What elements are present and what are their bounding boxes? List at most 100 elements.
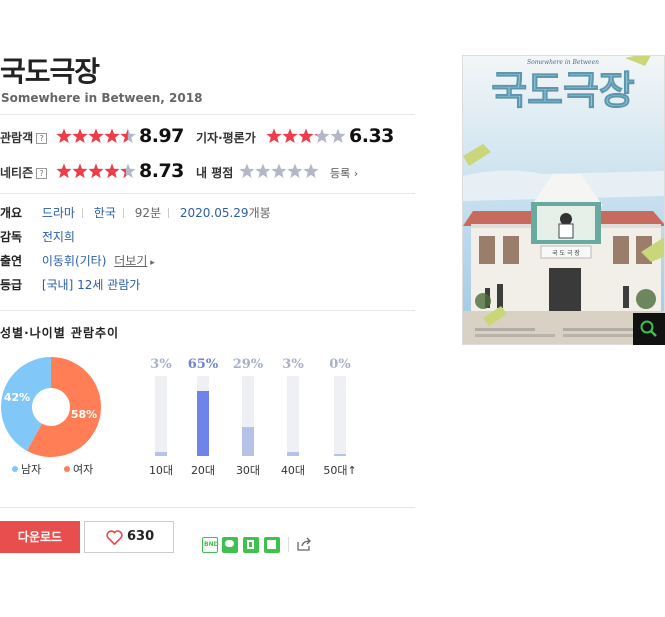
star-icon: [282, 128, 298, 143]
star-icon: [287, 163, 303, 178]
female-dot-icon: [64, 466, 70, 472]
country-link[interactable]: 한국: [94, 206, 116, 220]
chevron-right-icon: ›: [350, 167, 359, 180]
magnifier-icon: [640, 320, 657, 337]
poster-image: Somewhere in Between 국도극장 국 도 극 장: [463, 56, 664, 344]
critic-rating-label: 기자·평론가: [196, 131, 256, 145]
star-icon: [56, 128, 72, 143]
age-pct-label: 3%: [150, 357, 172, 372]
band-share-icon[interactable]: BND: [202, 537, 219, 553]
age-pct-label: 29%: [232, 357, 264, 372]
my-star-rating[interactable]: [239, 163, 319, 179]
age-label: 30대: [235, 464, 261, 477]
age-pct-label: 3%: [282, 357, 304, 372]
star-icon: [88, 163, 104, 178]
star-icon: [239, 163, 255, 178]
male-dot-icon: [12, 466, 18, 472]
movie-title: 국도극장: [0, 55, 100, 88]
age-bar: [197, 376, 209, 456]
age-pct-label: 65%: [187, 357, 219, 372]
zoom-button[interactable]: [633, 313, 665, 345]
runtime: 92분: [134, 206, 162, 220]
age-label: 10대: [148, 464, 174, 477]
star-icon: [266, 128, 282, 143]
divider: [0, 507, 415, 508]
gender-donut-chart: 42% 58%: [1, 357, 102, 457]
download-button[interactable]: 다운로드: [0, 521, 80, 553]
star-icon: [314, 128, 330, 143]
movie-subtitle: Somewhere in Between, 2018: [1, 91, 203, 105]
star-icon: [298, 128, 314, 143]
grade-link[interactable]: [국내] 12세 관람가: [42, 278, 141, 292]
star-icon: [271, 163, 287, 178]
audience-score: 8.97: [139, 125, 184, 147]
like-button[interactable]: 630: [84, 521, 174, 553]
movie-detail-page: 국도극장 Somewhere in Between, 2018 관람객? 8.9…: [0, 0, 665, 617]
cast-row: 출연 이동휘(기타) 더보기 ▸: [0, 254, 155, 268]
poster-building-sign: 국 도 극 장: [552, 249, 580, 257]
cast-link[interactable]: 이동휘(기타): [42, 254, 107, 268]
director-link[interactable]: 전지희: [42, 230, 75, 244]
age-bar-fill: [155, 452, 167, 456]
bookmark-share-icon[interactable]: [243, 537, 259, 553]
age-label: 40대: [280, 464, 306, 477]
star-icon: [255, 163, 271, 178]
critic-star-rating: [266, 128, 346, 143]
caret-right-icon: ▸: [147, 258, 155, 268]
star-icon: [303, 163, 319, 178]
poster-subtitle: Somewhere in Between: [527, 59, 599, 66]
overview-row: 개요 드라마 한국 92분 2020.05.29개봉: [0, 206, 271, 220]
star-icon: [104, 128, 120, 143]
star-icon: [104, 163, 120, 178]
legend-male: 남자: [12, 461, 41, 477]
age-bar-fill: [334, 454, 346, 456]
critic-score: 6.33: [349, 125, 394, 147]
age-bar-fill: [197, 391, 209, 456]
star-icon: [56, 163, 72, 178]
movie-poster[interactable]: Somewhere in Between 국도극장 국 도 극 장: [462, 55, 665, 345]
audience-star-rating: [56, 128, 136, 143]
age-bar: [155, 376, 167, 456]
male-pct-label: 42%: [4, 391, 30, 404]
director-row: 감독 전지희: [0, 230, 75, 244]
release-date-link[interactable]: 2020.05.29: [180, 206, 249, 220]
star-icon: [72, 128, 88, 143]
star-icon: [120, 163, 136, 178]
my-rating-label: 내 평점: [196, 166, 234, 180]
divider: [288, 537, 289, 552]
divider: [0, 193, 415, 194]
netizen-star-rating: [56, 163, 136, 178]
age-bar: [287, 376, 299, 456]
help-icon[interactable]: ?: [36, 168, 48, 179]
help-icon[interactable]: ?: [36, 133, 48, 144]
viewer-trend-title: 성별·나이별 관람추이: [0, 326, 120, 340]
keep-share-icon[interactable]: [264, 537, 280, 553]
netizen-score: 8.73: [139, 160, 184, 182]
age-bar: [242, 376, 254, 456]
age-bar-fill: [287, 452, 299, 456]
divider: [0, 310, 415, 311]
divider: [0, 114, 415, 115]
star-icon: [120, 128, 136, 143]
legend-female: 여자: [64, 461, 93, 477]
female-pct-label: 58%: [71, 408, 97, 421]
poster-title: 국도극장: [491, 68, 635, 114]
audience-rating-label: 관람객?: [0, 129, 48, 146]
heart-icon: [106, 530, 123, 545]
age-label: 20대: [190, 464, 216, 477]
line-share-icon[interactable]: [222, 537, 238, 553]
age-label: 50대↑: [323, 464, 357, 477]
star-icon: [330, 128, 346, 143]
age-bar: [334, 376, 346, 456]
netizen-rating-label: 네티즌?: [0, 164, 48, 181]
age-bar-fill: [242, 427, 254, 456]
age-pct-label: 0%: [329, 357, 351, 372]
more-cast-link[interactable]: 더보기: [114, 254, 147, 268]
like-count: 630: [127, 529, 155, 544]
star-icon: [88, 128, 104, 143]
star-icon: [72, 163, 88, 178]
rating-grade-row: 등급 [국내] 12세 관람가: [0, 278, 141, 292]
genre-link[interactable]: 드라마: [42, 206, 75, 220]
register-rating-link[interactable]: 등록 ›: [330, 165, 358, 181]
share-icon[interactable]: [296, 536, 313, 552]
